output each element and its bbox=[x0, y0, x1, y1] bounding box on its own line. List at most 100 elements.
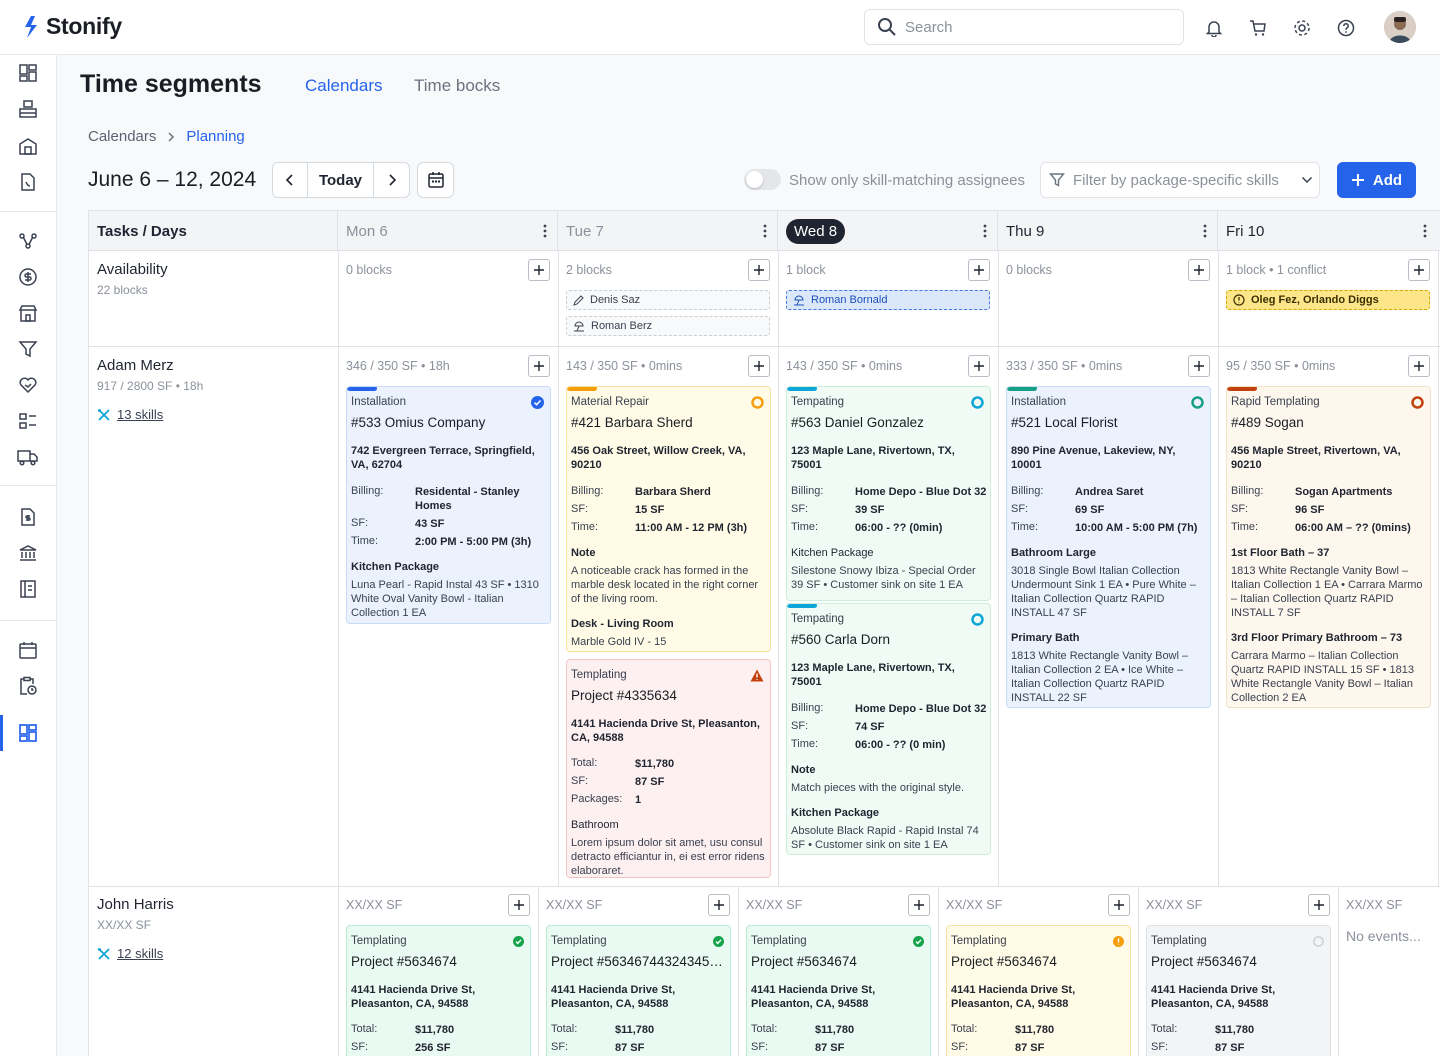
tab-calendars[interactable]: Calendars bbox=[305, 76, 383, 96]
next-week-button[interactable] bbox=[374, 163, 409, 197]
day-header-thu[interactable]: Thu 9 bbox=[998, 211, 1218, 251]
document-phone-icon[interactable] bbox=[17, 171, 39, 193]
bank-icon[interactable] bbox=[17, 542, 39, 564]
gear-icon[interactable] bbox=[1290, 16, 1314, 40]
more-vertical-icon[interactable] bbox=[763, 223, 767, 239]
bell-icon[interactable] bbox=[1202, 16, 1226, 40]
sf-label: SF: bbox=[1151, 1041, 1169, 1053]
add-button-label: Add bbox=[1372, 171, 1403, 189]
status-bar bbox=[1007, 387, 1037, 391]
package-details: Lorem ipsum dolor sit amet, usu consul d… bbox=[571, 837, 765, 877]
inventory-icon[interactable] bbox=[17, 98, 39, 120]
calendar-icon[interactable] bbox=[17, 639, 39, 661]
add-task-button[interactable] bbox=[708, 894, 730, 916]
add-button[interactable]: Add bbox=[1337, 162, 1416, 198]
packages-label: Packages: bbox=[571, 793, 623, 805]
task-card[interactable]: Rapid Templating #489 Sogan 456 Maple St… bbox=[1226, 386, 1431, 708]
time-value: 11:00 AM - 12 PM (3h) bbox=[635, 522, 748, 534]
truck-icon[interactable] bbox=[17, 446, 39, 468]
task-card[interactable]: Tempating #560 Carla Dorn 123 Maple Lane… bbox=[786, 603, 991, 855]
prev-week-button[interactable] bbox=[273, 163, 308, 197]
status-bar bbox=[1227, 387, 1257, 391]
avatar[interactable] bbox=[1384, 11, 1416, 43]
skills-link[interactable]: 13 skills bbox=[97, 407, 203, 422]
search-box[interactable] bbox=[864, 9, 1184, 45]
more-vertical-icon[interactable] bbox=[1423, 223, 1427, 239]
task-card[interactable]: Material Repair #421 Barbara Sherd 456 O… bbox=[566, 386, 771, 652]
ledger-icon[interactable] bbox=[17, 578, 39, 600]
task-card[interactable]: Templating Project #4335634 4141 Haciend… bbox=[566, 659, 771, 878]
building-icon[interactable] bbox=[17, 135, 39, 157]
pending-circle-icon bbox=[1411, 396, 1424, 409]
day-header-mon[interactable]: Mon 6 bbox=[338, 211, 558, 251]
toggles-icon[interactable] bbox=[17, 410, 39, 432]
add-availability-button[interactable] bbox=[748, 259, 770, 281]
skills-link[interactable]: 12 skills bbox=[97, 946, 174, 961]
breadcrumb-root[interactable]: Calendars bbox=[88, 128, 156, 145]
breadcrumb-current[interactable]: Planning bbox=[186, 128, 244, 145]
sf-label: SF: bbox=[1011, 503, 1029, 515]
add-availability-button[interactable] bbox=[968, 259, 990, 281]
day-header-fri[interactable]: Fri 10 bbox=[1218, 211, 1440, 251]
sf-value: 87 SF bbox=[1015, 1042, 1045, 1054]
add-task-button[interactable] bbox=[1188, 355, 1210, 377]
search-input[interactable] bbox=[905, 18, 1165, 36]
tab-time-blocks[interactable]: Time bocks bbox=[414, 76, 500, 96]
task-card[interactable]: Templating Project #5634674 4141 Haciend… bbox=[746, 925, 931, 1056]
cart-icon[interactable] bbox=[1246, 16, 1270, 40]
task-card[interactable]: Templating Project #563467443243453... 4… bbox=[546, 925, 731, 1056]
clipboard-clock-icon[interactable] bbox=[17, 675, 39, 697]
filter-icon[interactable] bbox=[17, 338, 39, 360]
plus-icon bbox=[1114, 900, 1124, 910]
add-task-button[interactable] bbox=[528, 355, 550, 377]
total-value: $11,780 bbox=[415, 1024, 455, 1036]
task-card[interactable]: Templating Project #5634674 4141 Haciend… bbox=[1146, 925, 1331, 1056]
day-header-tue[interactable]: Tue 7 bbox=[558, 211, 778, 251]
task-card[interactable]: Templating Project #5634674 4141 Haciend… bbox=[946, 925, 1131, 1056]
add-task-button[interactable] bbox=[508, 894, 530, 916]
note-label: Note bbox=[571, 547, 596, 559]
total-label: Total: bbox=[351, 1023, 378, 1035]
time-segments-icon[interactable] bbox=[17, 722, 39, 744]
dollar-icon[interactable] bbox=[17, 266, 39, 288]
task-card[interactable]: Templating Project #5634674 4141 Haciend… bbox=[346, 925, 531, 1056]
invoice-icon[interactable] bbox=[17, 506, 39, 528]
availability-chip[interactable]: Roman Berz bbox=[566, 316, 770, 336]
add-task-button[interactable] bbox=[1108, 894, 1130, 916]
dashboard-icon[interactable] bbox=[17, 62, 39, 84]
add-task-button[interactable] bbox=[1408, 355, 1430, 377]
more-vertical-icon[interactable] bbox=[543, 223, 547, 239]
task-card[interactable]: Tempating #563 Daniel Gonzalez 123 Maple… bbox=[786, 386, 991, 601]
add-task-button[interactable] bbox=[908, 894, 930, 916]
add-availability-button[interactable] bbox=[1188, 259, 1210, 281]
handshake-icon[interactable] bbox=[17, 374, 39, 396]
package-name: 3rd Floor Primary Bathroom – 73 bbox=[1231, 632, 1403, 644]
main-content: Time segments Calendars Time bocks Calen… bbox=[57, 55, 1440, 1056]
add-task-button[interactable] bbox=[968, 355, 990, 377]
availability-conflict-chip[interactable]: Oleg Fez, Orlando Diggs bbox=[1226, 290, 1430, 310]
help-icon[interactable] bbox=[1334, 16, 1358, 40]
availability-chip[interactable]: Roman Bornald bbox=[786, 290, 990, 310]
availability-chip[interactable]: Denis Saz bbox=[566, 290, 770, 310]
add-task-button[interactable] bbox=[748, 355, 770, 377]
day-label: Tue 7 bbox=[566, 222, 604, 240]
capacity-meta: 143 / 350 SF • 0mins bbox=[566, 359, 683, 373]
workflow-icon[interactable] bbox=[17, 230, 39, 252]
task-card[interactable]: Installation #533 Omius Company 742 Ever… bbox=[346, 386, 551, 624]
date-picker-button[interactable] bbox=[417, 162, 454, 198]
today-button[interactable]: Today bbox=[308, 163, 374, 197]
add-availability-button[interactable] bbox=[528, 259, 550, 281]
store-icon[interactable] bbox=[17, 302, 39, 324]
task-card[interactable]: Installation #521 Local Florist 890 Pine… bbox=[1006, 386, 1211, 708]
add-availability-button[interactable] bbox=[1408, 259, 1430, 281]
more-vertical-icon[interactable] bbox=[1203, 223, 1207, 239]
skills-filter-placeholder: Filter by package-specific skills bbox=[1073, 171, 1279, 189]
add-task-button[interactable] bbox=[1308, 894, 1330, 916]
day-header-wed[interactable]: Wed 8 bbox=[778, 211, 998, 251]
skills-filter-select[interactable]: Filter by package-specific skills bbox=[1040, 162, 1320, 198]
logo[interactable]: Stonify bbox=[22, 13, 122, 40]
more-vertical-icon[interactable] bbox=[983, 223, 987, 239]
chip-label: Roman Bornald bbox=[811, 294, 888, 306]
skill-matching-toggle[interactable] bbox=[744, 169, 781, 190]
sf-label: SF: bbox=[951, 1041, 969, 1053]
